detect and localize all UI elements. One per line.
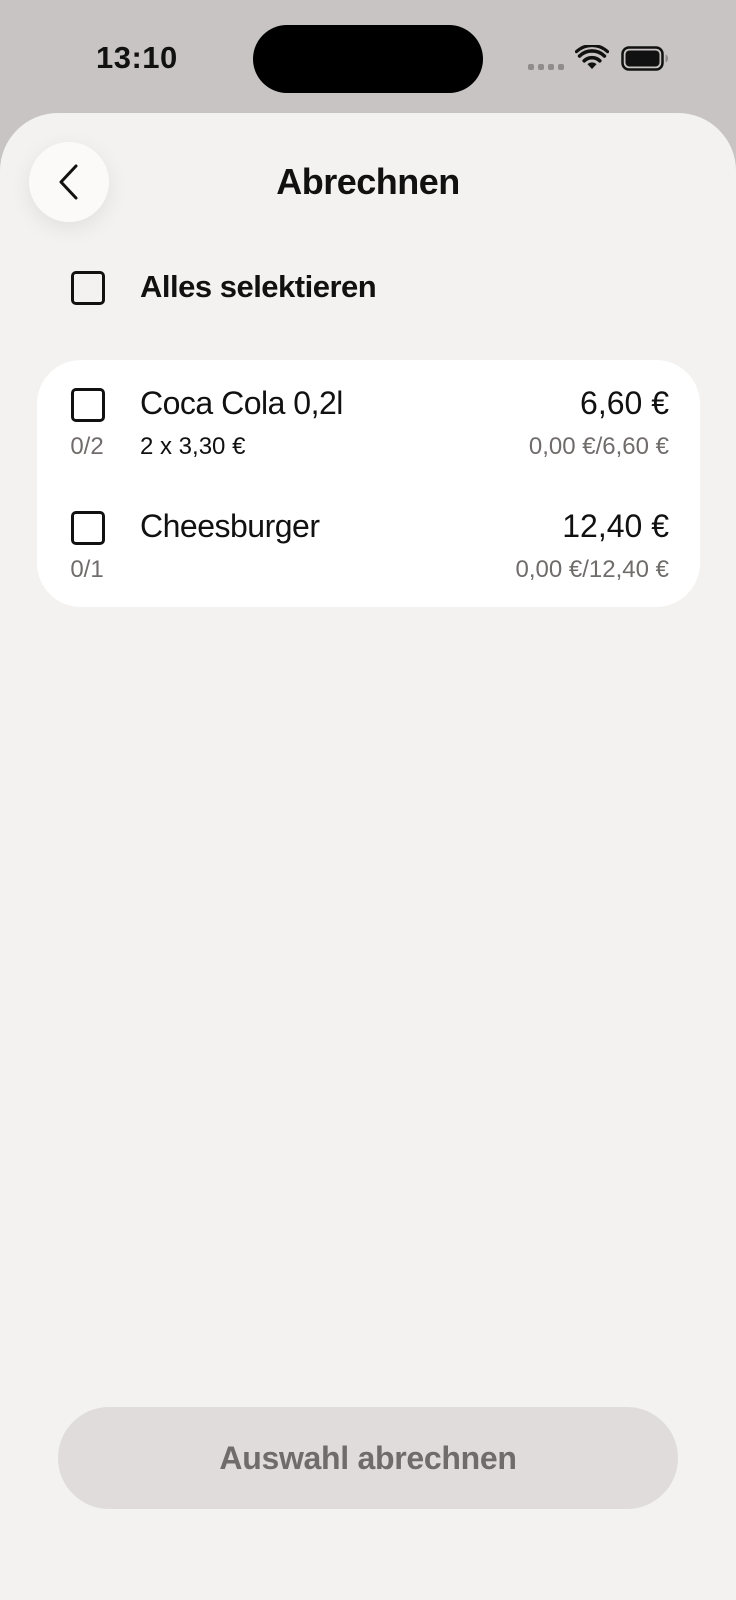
checkout-selection-button[interactable]: Auswahl abrechnen (58, 1407, 678, 1509)
item-paid-amount: 0,00 €/6,60 € (528, 433, 669, 460)
item-paid-amount: 0,00 €/12,40 € (515, 556, 669, 583)
item-name: Coca Cola 0,2l (140, 385, 343, 421)
order-items-card: 0/2 Coca Cola 0,2l 2 x 3,30 € 6,60 € 0,0… (37, 360, 700, 607)
list-item[interactable]: 0/1 Cheesburger 12,40 € 0,00 €/12,40 € (37, 496, 700, 606)
dynamic-island (253, 25, 483, 93)
list-item[interactable]: 0/2 Coca Cola 0,2l 2 x 3,30 € 6,60 € 0,0… (37, 373, 700, 483)
battery-icon (621, 46, 668, 71)
item-price: 12,40 € (562, 508, 669, 544)
page-title: Abrechnen (276, 161, 460, 202)
item-quantity: 0/1 (70, 556, 104, 583)
select-all-row[interactable]: Alles selektieren (0, 253, 736, 323)
select-all-label: Alles selektieren (140, 269, 377, 304)
wifi-icon (575, 45, 609, 69)
item-detail: 2 x 3,30 € (140, 433, 246, 460)
item-price: 6,60 € (580, 385, 669, 421)
status-time: 13:10 (96, 40, 178, 75)
status-bar: 13:10 (0, 0, 736, 115)
item-checkbox[interactable] (71, 388, 105, 422)
signal-dots-icon (528, 64, 564, 70)
item-quantity: 0/2 (70, 433, 104, 460)
item-name: Cheesburger (140, 508, 320, 544)
item-checkbox[interactable] (71, 511, 105, 545)
select-all-checkbox[interactable] (71, 271, 105, 305)
billing-sheet: Abrechnen Alles selektieren 0/2 Coca Col… (0, 113, 736, 1600)
